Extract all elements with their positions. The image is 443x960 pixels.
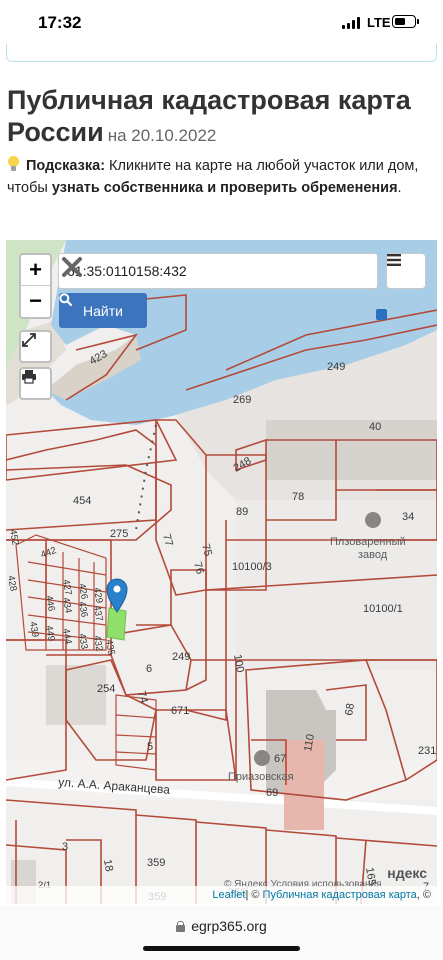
svg-text:68: 68 <box>343 702 357 716</box>
network-type: LTE <box>367 15 391 30</box>
find-button-label: Найти <box>83 302 123 319</box>
hint: Подсказка: Кликните на карте на любой уч… <box>7 155 432 199</box>
svg-text:10100/1: 10100/1 <box>363 603 403 615</box>
signal-icon <box>342 17 362 29</box>
svg-text:89: 89 <box>236 506 248 518</box>
browser-url-bar[interactable]: egrp365.org <box>0 905 443 960</box>
hamburger-icon <box>387 254 401 266</box>
svg-text:254: 254 <box>97 683 115 695</box>
url-display[interactable]: egrp365.org <box>0 918 443 934</box>
factory-label-line2: завод <box>358 549 388 561</box>
svg-text:442: 442 <box>39 545 58 561</box>
battery-icon <box>392 15 419 28</box>
svg-text:428: 428 <box>6 575 19 593</box>
svg-text:269: 269 <box>233 394 251 406</box>
pkk-link[interactable]: Публичная кадастровая карта <box>263 889 417 901</box>
svg-text:76: 76 <box>191 561 206 576</box>
svg-text:446: 446 <box>43 595 57 613</box>
svg-text:40: 40 <box>369 421 381 433</box>
svg-text:439: 439 <box>27 621 41 639</box>
svg-text:69: 69 <box>266 787 278 799</box>
svg-text:18: 18 <box>101 858 115 872</box>
menu-button[interactable] <box>386 253 426 289</box>
find-button[interactable]: Найти <box>59 293 147 328</box>
hint-label: Подсказка: <box>26 158 106 174</box>
svg-text:437: 437 <box>91 605 105 623</box>
svg-text:275: 275 <box>110 528 128 540</box>
svg-text:34: 34 <box>402 511 414 523</box>
svg-text:671: 671 <box>171 705 189 717</box>
url-text: egrp365.org <box>191 918 267 934</box>
svg-text:444: 444 <box>60 628 74 646</box>
hint-bold-text: узнать собственника и проверить обремене… <box>51 180 398 196</box>
cadastral-number-input[interactable] <box>67 254 337 288</box>
map-tiles[interactable]: 423 249 269 40 248 454 78 275 89 34 75 7… <box>6 240 437 904</box>
zoom-out-button[interactable]: − <box>21 286 50 317</box>
attribution-sep: | © <box>245 889 263 901</box>
svg-text:75: 75 <box>199 543 214 558</box>
zoom-in-button[interactable]: + <box>21 255 50 286</box>
svg-text:427: 427 <box>60 579 74 597</box>
location-marker-icon <box>106 578 128 613</box>
svg-text:359: 359 <box>147 857 165 869</box>
area-label: Приазовская <box>228 771 294 783</box>
svg-text:433: 433 <box>76 633 90 651</box>
svg-text:435: 435 <box>103 639 117 657</box>
svg-text:429: 429 <box>91 587 105 605</box>
status-bar: 17:32 LTE <box>0 0 443 46</box>
svg-text:78: 78 <box>292 491 304 503</box>
status-time: 17:32 <box>38 13 82 32</box>
svg-text:67: 67 <box>274 753 286 765</box>
print-button[interactable] <box>19 367 52 400</box>
factory-label-line1: Плзоваренный <box>330 536 406 548</box>
svg-text:5: 5 <box>147 741 153 753</box>
printer-icon <box>22 370 36 384</box>
yandex-logo: ндекс <box>387 865 427 881</box>
svg-text:6: 6 <box>146 663 152 675</box>
expand-icon <box>22 333 36 347</box>
svg-text:249: 249 <box>172 651 190 663</box>
page-title: Публичная кадастровая карта России на 20.… <box>7 84 437 152</box>
search-box <box>58 253 378 289</box>
page-date: на 20.10.2022 <box>107 126 217 145</box>
cadastral-map[interactable]: 423 249 269 40 248 454 78 275 89 34 75 7… <box>6 240 437 904</box>
svg-text:100: 100 <box>231 653 246 673</box>
svg-text:426: 426 <box>76 583 90 601</box>
clear-icon[interactable] <box>59 254 85 280</box>
svg-text:452: 452 <box>7 529 21 547</box>
previous-card-edge <box>6 44 437 62</box>
lightbulb-icon <box>7 156 20 172</box>
hint-text-2: . <box>397 180 402 196</box>
home-indicator[interactable] <box>143 946 300 951</box>
map-attribution: Leaflet| © Публичная кадастровая карта, … <box>6 886 437 904</box>
lock-icon <box>176 921 186 932</box>
search-icon <box>59 293 72 306</box>
svg-text:77: 77 <box>160 533 175 548</box>
svg-text:249: 249 <box>327 361 345 373</box>
svg-text:231: 231 <box>418 745 436 757</box>
svg-text:454: 454 <box>73 495 91 507</box>
zoom-control: + − <box>19 253 52 319</box>
svg-text:3: 3 <box>62 841 68 853</box>
svg-text:436: 436 <box>76 601 90 619</box>
fullscreen-button[interactable] <box>19 330 52 363</box>
leaflet-link[interactable]: Leaflet <box>212 889 245 901</box>
svg-text:434: 434 <box>60 597 74 615</box>
svg-text:10100/3: 10100/3 <box>232 561 272 573</box>
svg-text:74: 74 <box>135 690 150 705</box>
attribution-tail: , © <box>416 889 431 901</box>
